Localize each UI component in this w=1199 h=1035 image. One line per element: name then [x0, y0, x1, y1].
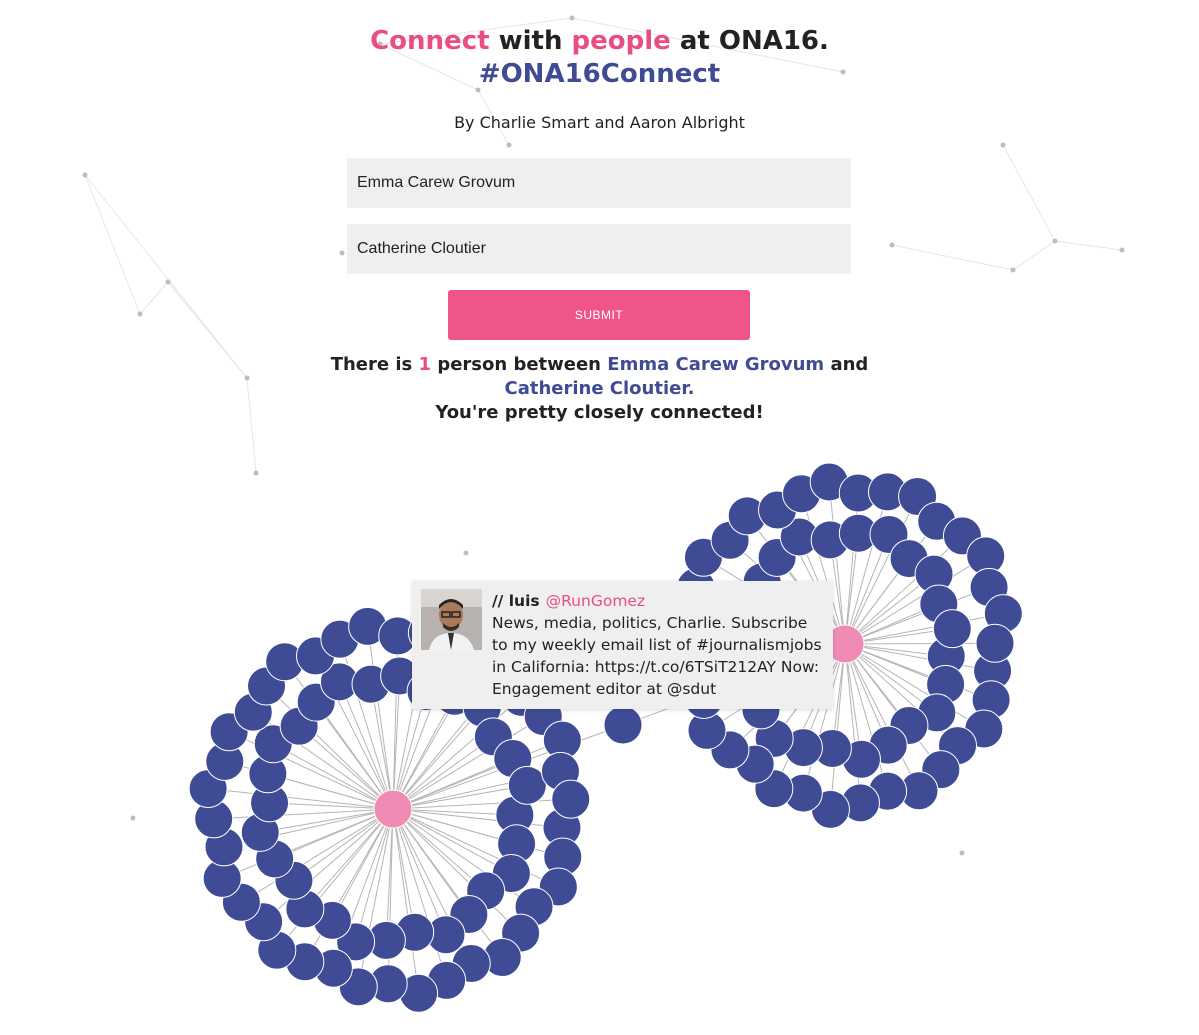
result-conclusion: You're pretty closely connected!	[435, 402, 764, 423]
submit-button[interactable]: SUBMIT	[448, 290, 750, 340]
graph-link	[392, 808, 563, 829]
graph-link	[392, 707, 483, 810]
person-b-input[interactable]	[347, 224, 851, 274]
avatar-image	[421, 589, 482, 650]
result-message: There is 1 person between Emma Carew Gro…	[300, 353, 899, 425]
graph-link	[844, 643, 861, 803]
graph-link	[357, 808, 394, 987]
result-prefix: There is	[330, 354, 419, 375]
graph-link	[304, 808, 394, 910]
bridge-node[interactable]	[603, 705, 643, 745]
result-count: 1	[418, 354, 432, 375]
graph-link	[208, 788, 394, 810]
result-middle: person between	[431, 354, 608, 375]
graph-node[interactable]	[507, 765, 547, 805]
title-rest: at ONA16.	[670, 26, 829, 56]
page-title: Connect with people at ONA16.	[0, 24, 1199, 58]
title-word-connect: Connect	[370, 26, 490, 56]
result-person-a: Emma Carew Grovum	[607, 354, 825, 375]
tooltip-bio: News, media, politics, Charlie. Subscrib…	[492, 614, 822, 698]
graph-link	[844, 642, 996, 645]
result-and: and	[824, 354, 869, 375]
hub-left-node[interactable]	[373, 789, 413, 829]
tooltip-text: // luis @RunGomez News, media, politics, …	[492, 590, 825, 700]
graph-link	[367, 626, 394, 810]
graph-link	[392, 808, 420, 994]
title-word-people: people	[571, 26, 671, 56]
result-person-b: Catherine Cloutier.	[504, 378, 695, 399]
tooltip-name: // luis	[492, 592, 540, 610]
avatar	[421, 589, 482, 650]
graph-node[interactable]	[932, 609, 972, 649]
person-a-input[interactable]	[347, 158, 851, 208]
tooltip-handle[interactable]: @RunGomez	[546, 592, 646, 610]
graph-link	[272, 743, 394, 810]
graph-node[interactable]	[975, 623, 1015, 663]
graph-link	[392, 808, 512, 874]
graph-node[interactable]	[551, 779, 591, 819]
profile-tooltip: // luis @RunGomez News, media, politics, …	[412, 581, 833, 709]
hashtag: #ONA16Connect	[478, 59, 721, 89]
byline: By Charlie Smart and Aaron Albright	[454, 113, 745, 132]
connection-graph[interactable]	[0, 0, 1199, 1035]
page-header: Connect with people at ONA16. #ONA16Conn…	[0, 24, 1199, 132]
graph-link	[392, 808, 563, 858]
title-word-with: with	[489, 26, 572, 56]
